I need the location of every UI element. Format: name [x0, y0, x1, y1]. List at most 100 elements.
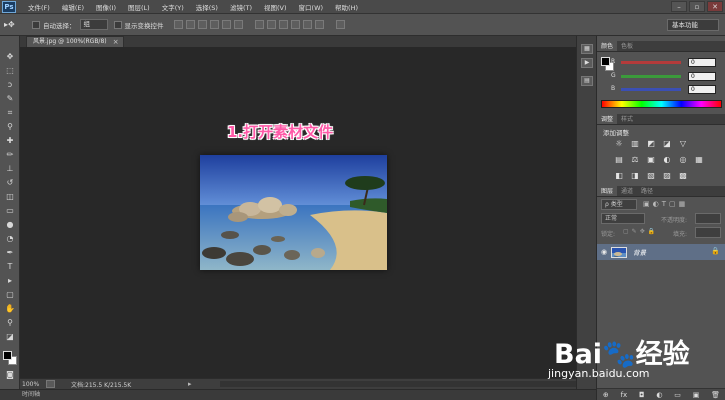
green-value[interactable]: 0 [688, 72, 716, 81]
layer-row-background[interactable]: ◉ 背景 🔒 [597, 244, 725, 260]
shape-tool-icon[interactable]: ▢ [3, 290, 17, 300]
align-hcenter-icon[interactable] [221, 20, 231, 29]
fill-field[interactable] [695, 227, 721, 238]
status-menu-icon[interactable] [46, 380, 55, 388]
layer-filter-dropdown[interactable]: ρ 类型 [601, 199, 637, 210]
close-button[interactable]: ✕ [707, 1, 723, 12]
eraser-tool-icon[interactable]: ◫ [3, 192, 17, 202]
zoom-tool-icon[interactable]: ⚲ [3, 318, 17, 328]
minimize-button[interactable]: – [671, 1, 687, 12]
distribute-bottom-icon[interactable] [278, 20, 288, 29]
document-tab[interactable]: 风景.jpg @ 100%(RGB/8) × [26, 36, 124, 47]
visibility-eye-icon[interactable]: ◉ [597, 248, 611, 256]
green-slider[interactable] [621, 75, 681, 78]
eyedropper-tool-icon[interactable]: ⚲ [3, 122, 17, 132]
channel-mixer-icon[interactable]: ◎ [675, 155, 691, 165]
clone-stamp-tool-icon[interactable]: ⊥ [3, 164, 17, 174]
photo-filter-icon[interactable]: ◐ [659, 155, 675, 165]
gradient-tool-icon[interactable]: ▭ [3, 206, 17, 216]
tab-styles[interactable]: 样式 [617, 114, 637, 124]
move-tool-icon[interactable]: ✥ [3, 52, 17, 62]
menu-edit[interactable]: 编辑(E) [56, 2, 90, 12]
horizontal-scrollbar[interactable] [220, 381, 590, 387]
quick-select-tool-icon[interactable]: ✎ [3, 94, 17, 104]
color-panel-foreground-swatch[interactable] [601, 57, 610, 66]
menu-help[interactable]: 帮助(H) [329, 2, 364, 12]
hand-tool-icon[interactable]: ✋ [3, 304, 17, 314]
blur-tool-icon[interactable]: ● [3, 220, 17, 230]
menu-window[interactable]: 窗口(W) [293, 2, 330, 12]
exposure-icon[interactable]: ◪ [659, 139, 675, 149]
auto-align-icon[interactable] [335, 20, 345, 29]
menu-layer[interactable]: 图层(L) [122, 2, 156, 12]
color-spectrum[interactable] [601, 100, 722, 108]
blue-slider[interactable] [621, 88, 681, 91]
quick-mask-icon[interactable]: ◙ [3, 370, 17, 380]
new-layer-icon[interactable]: ▣ [693, 391, 700, 399]
distribute-hcenter-icon[interactable] [302, 20, 312, 29]
menu-select[interactable]: 选择(S) [190, 2, 224, 12]
show-transform-checkbox[interactable] [113, 20, 122, 29]
brush-tool-icon[interactable]: ✏ [3, 150, 17, 160]
pen-tool-icon[interactable]: ✒ [3, 248, 17, 258]
lasso-tool-icon[interactable]: ↄ [3, 80, 17, 90]
menu-view[interactable]: 视图(V) [258, 2, 293, 12]
color-balance-icon[interactable]: ⚖ [627, 155, 643, 165]
red-slider[interactable] [621, 61, 681, 64]
curves-icon[interactable]: ◩ [643, 139, 659, 149]
timeline-panel[interactable]: 时间轴 [0, 389, 596, 400]
healing-brush-tool-icon[interactable]: ✚ [3, 136, 17, 146]
lock-options[interactable]: ▢✎✥🔒 [623, 228, 658, 235]
align-left-icon[interactable] [209, 20, 219, 29]
tab-paths[interactable]: 路径 [637, 186, 657, 196]
menu-filter[interactable]: 滤镜(T) [224, 2, 258, 12]
distribute-top-icon[interactable] [254, 20, 264, 29]
black-white-icon[interactable]: ▣ [643, 155, 659, 165]
status-arrow-icon[interactable]: ▸ [188, 380, 192, 388]
layer-mask-icon[interactable]: ◘ [639, 391, 645, 399]
auto-select-dropdown[interactable]: 组 [79, 19, 108, 30]
opacity-field[interactable] [695, 213, 721, 224]
link-layers-icon[interactable]: ⊕ [603, 391, 609, 399]
blend-mode-dropdown[interactable]: 正常 [601, 213, 645, 224]
properties-panel-icon[interactable]: ▤ [581, 76, 593, 86]
levels-icon[interactable]: ▥ [627, 139, 643, 149]
red-value[interactable]: 0 [688, 58, 716, 67]
tab-color[interactable]: 颜色 [597, 41, 618, 51]
layer-filter-icons[interactable]: ▣◐T▢▦ [643, 200, 688, 208]
path-select-tool-icon[interactable]: ▸ [3, 276, 17, 286]
brightness-icon[interactable]: ☼ [611, 139, 627, 149]
align-bottom-icon[interactable] [197, 20, 207, 29]
maximize-button[interactable]: ▫ [689, 1, 705, 12]
tab-adjustments[interactable]: 调整 [597, 114, 618, 124]
new-group-icon[interactable]: ▭ [674, 391, 681, 399]
tab-layers[interactable]: 图层 [597, 186, 618, 196]
workspace-switcher[interactable]: 基本功能 [667, 19, 719, 31]
distribute-left-icon[interactable] [290, 20, 300, 29]
menu-image[interactable]: 图像(I) [90, 2, 122, 12]
threshold-icon[interactable]: ▧ [643, 171, 659, 181]
align-top-icon[interactable] [173, 20, 183, 29]
vibrance-icon[interactable]: ▽ [675, 139, 691, 149]
type-tool-icon[interactable]: T [3, 262, 17, 272]
menu-type[interactable]: 文字(Y) [156, 2, 190, 12]
tab-channels[interactable]: 通道 [617, 186, 637, 196]
canvas-area[interactable]: 1.打开素材文件 [20, 47, 576, 378]
adjustment-layer-icon[interactable]: ◐ [656, 391, 662, 399]
tab-swatches[interactable]: 色板 [617, 41, 637, 51]
dodge-tool-icon[interactable]: ◔ [3, 234, 17, 244]
auto-select-checkbox[interactable] [32, 20, 40, 29]
document-tab-close-icon[interactable]: × [113, 37, 119, 47]
delete-layer-icon[interactable]: 🗑 [711, 391, 720, 399]
hue-saturation-icon[interactable]: ▤ [611, 155, 627, 165]
invert-icon[interactable]: ◧ [611, 171, 627, 181]
gradient-map-icon[interactable]: ▨ [659, 171, 675, 181]
menu-file[interactable]: 文件(F) [22, 2, 56, 12]
history-panel-icon[interactable]: ▦ [581, 44, 593, 54]
foreground-color-swatch[interactable] [3, 351, 12, 360]
blue-value[interactable]: 0 [688, 85, 716, 94]
layer-name[interactable]: 背景 [633, 247, 646, 257]
posterize-icon[interactable]: ◨ [627, 171, 643, 181]
color-lookup-icon[interactable]: ▦ [691, 155, 707, 165]
selective-color-icon[interactable]: ▩ [675, 171, 691, 181]
